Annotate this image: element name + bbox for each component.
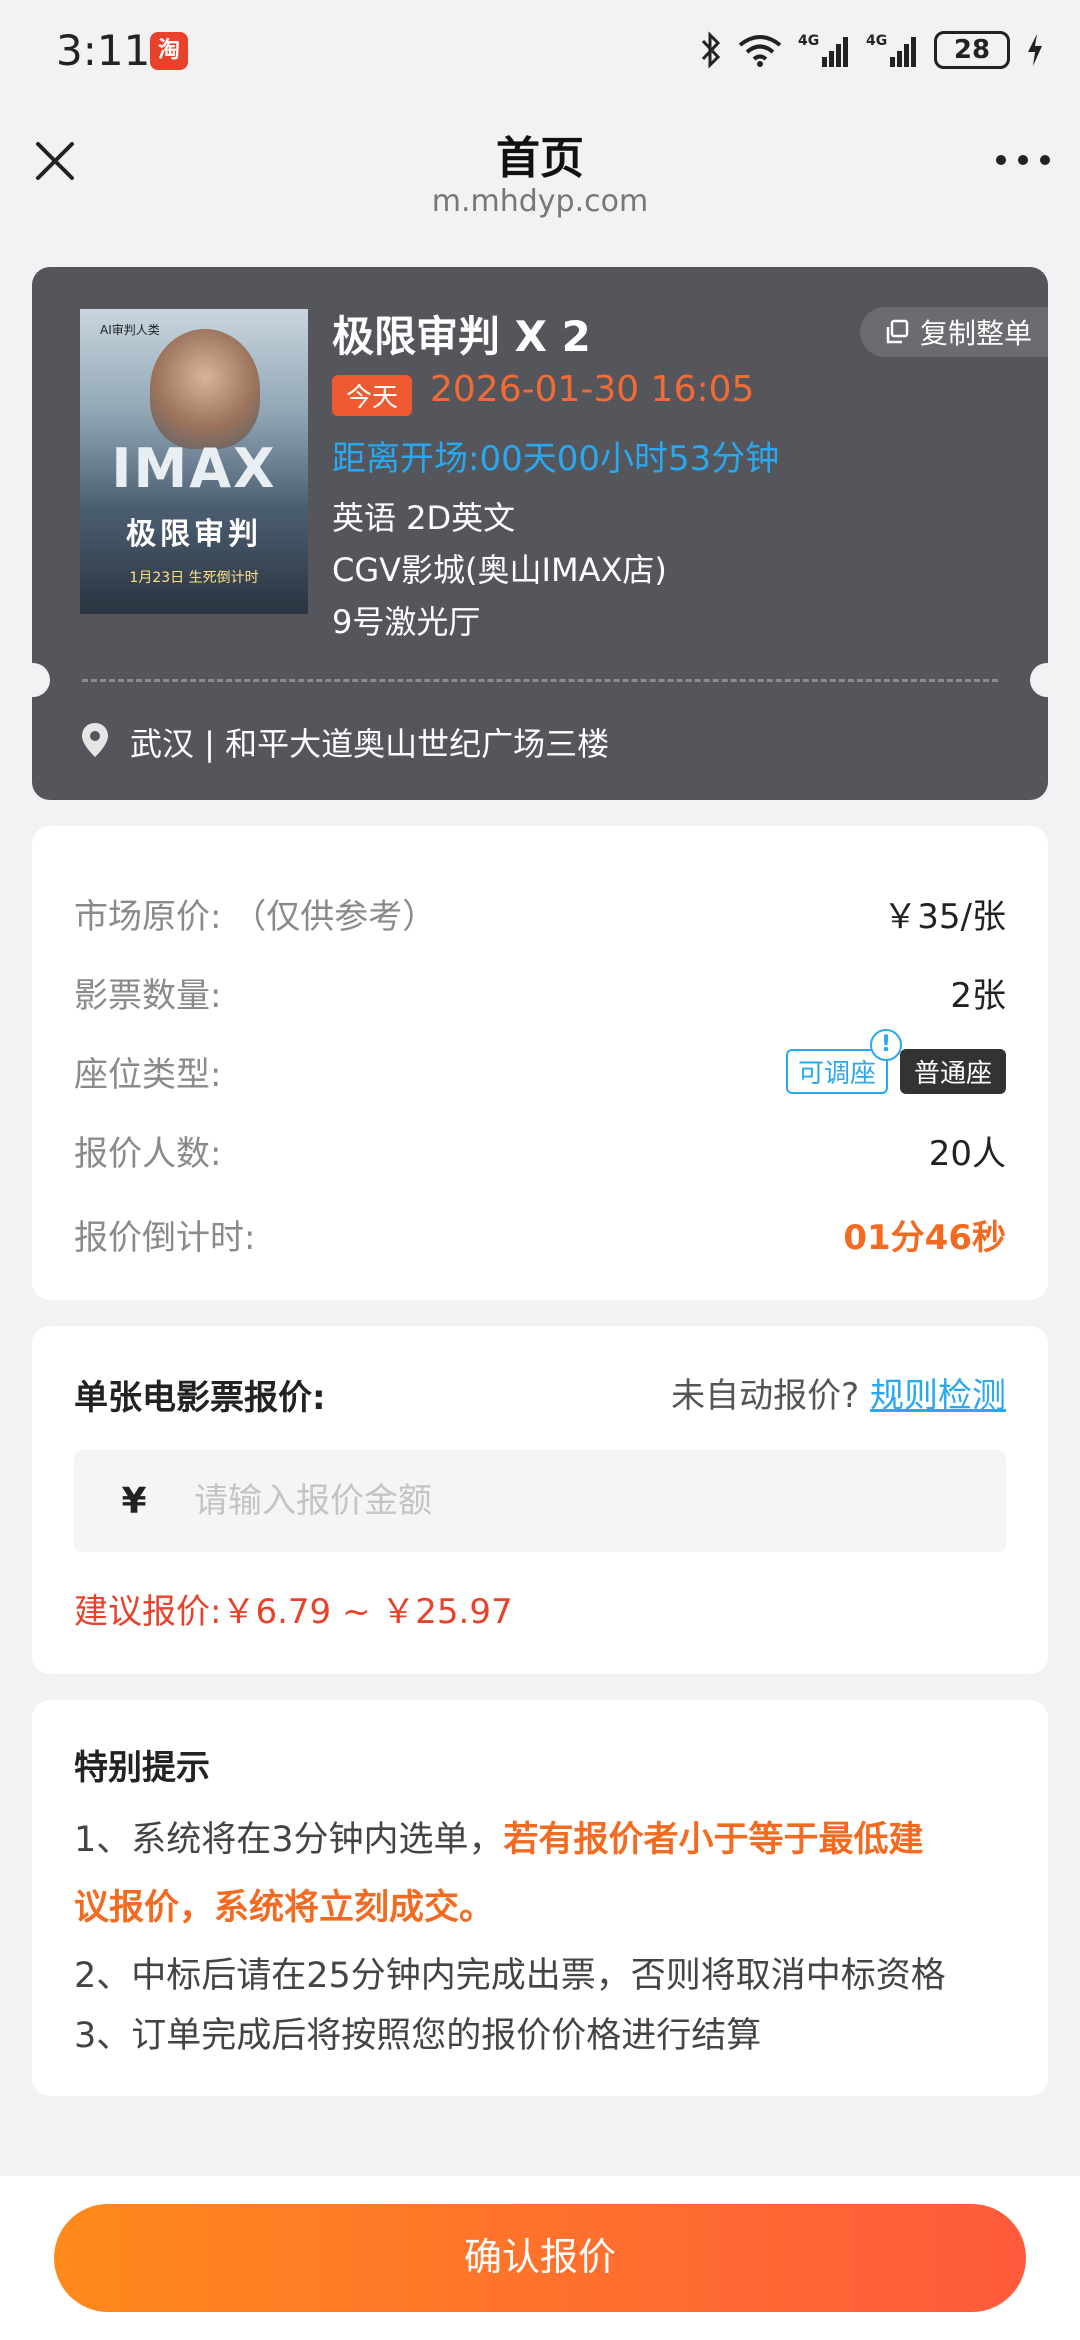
notice-line-3: 3、订单完成后将按照您的报价价格进行结算 bbox=[74, 2016, 762, 2056]
notice-title: 特别提示 bbox=[74, 1748, 210, 1788]
notice-card: 特别提示 1、系统将在3分钟内选单，若有报价者小于等于最低建 议报价，系统将立刻… bbox=[32, 1700, 1048, 2096]
bottom-bar: 确认报价 bbox=[0, 2176, 1080, 2340]
ticket-card: AI审判人类 IMAX 极限审判 1月23日 生死倒计时 极限审判 X 2 复制… bbox=[32, 267, 1048, 800]
copy-order-button[interactable]: 复制整单 bbox=[859, 307, 1048, 357]
bidder-count-row: 报价人数: 20人 bbox=[74, 1125, 1006, 1175]
battery-indicator: 28 bbox=[934, 31, 1010, 69]
seat-tags: 可调座 ! 普通座 bbox=[785, 1028, 1006, 1094]
bidder-count-label: 报价人数: bbox=[74, 1133, 222, 1174]
quote-countdown-label: 报价倒计时: bbox=[74, 1217, 256, 1258]
info-alert-icon[interactable]: ! bbox=[869, 1028, 902, 1061]
ticket-count-label: 影票数量: bbox=[74, 975, 222, 1016]
quote-card: 单张电影票报价: 未自动报价? 规则检测 ¥ 建议报价:￥6.79 ~ ￥25.… bbox=[32, 1326, 1048, 1674]
poster-figure bbox=[150, 329, 260, 449]
wifi-icon bbox=[738, 35, 782, 67]
copy-order-label: 复制整单 bbox=[919, 317, 1032, 350]
ticket-divider bbox=[82, 679, 998, 682]
svg-text:4G: 4G bbox=[866, 33, 887, 49]
poster-imax-text: IMAX bbox=[111, 437, 277, 500]
poster-date: 1月23日 生死倒计时 bbox=[129, 570, 259, 586]
notice-line-1: 1、系统将在3分钟内选单，若有报价者小于等于最低建 bbox=[74, 1806, 1018, 1874]
market-price-value: ￥35/张 bbox=[883, 896, 1006, 937]
more-menu-icon[interactable] bbox=[996, 150, 1050, 170]
price-input[interactable] bbox=[194, 1481, 894, 1521]
signal-4g-icon-2: 4G bbox=[866, 33, 916, 67]
notice-line-1-prefix: 1、系统将在3分钟内选单， bbox=[74, 1820, 504, 1860]
location-pin-icon bbox=[82, 723, 108, 757]
seat-type-label: 座位类型: bbox=[74, 1054, 222, 1095]
svg-text:4G: 4G bbox=[798, 33, 819, 49]
ticket-count-row: 影票数量: 2张 bbox=[74, 967, 1006, 1017]
cinema-name: CGV影城(奥山IMAX店) bbox=[332, 551, 667, 589]
start-countdown: 距离开场:00天00小时53分钟 bbox=[332, 439, 780, 479]
signal-4g-icon: 4G bbox=[798, 33, 848, 67]
quote-hint: 未自动报价? 规则检测 bbox=[671, 1368, 1006, 1417]
price-input-box[interactable]: ¥ bbox=[74, 1450, 1006, 1552]
quote-countdown-value: 01分46秒 bbox=[843, 1217, 1006, 1258]
movie-title: 极限审判 X 2 bbox=[332, 312, 591, 361]
notice-line-2: 2、中标后请在25分钟内完成出票，否则将取消中标资格 bbox=[74, 1956, 946, 1996]
quote-title: 单张电影票报价: bbox=[74, 1378, 326, 1418]
today-badge: 今天 bbox=[332, 375, 413, 416]
notice-line-1-cont: 议报价，系统将立刻成交。 bbox=[74, 1874, 1018, 1942]
confirm-quote-button[interactable]: 确认报价 bbox=[54, 2204, 1026, 2312]
taobao-app-icon: 淘 bbox=[150, 32, 188, 70]
suggested-price: 建议报价:￥6.79 ~ ￥25.97 bbox=[74, 1592, 513, 1632]
quote-countdown-row: 报价倒计时: 01分46秒 bbox=[74, 1209, 1006, 1259]
order-info-card: 市场原价: （仅供参考） ￥35/张 影票数量: 2张 座位类型: 可调座 ! … bbox=[32, 826, 1048, 1300]
ticket-notch-left bbox=[32, 663, 50, 697]
market-price-row: 市场原价: （仅供参考） ￥35/张 bbox=[74, 888, 1006, 938]
notice-line-1-highlight-2: 议报价，系统将立刻成交。 bbox=[74, 1888, 495, 1928]
seat-type-tag: 普通座 bbox=[899, 1048, 1006, 1094]
copy-icon bbox=[886, 319, 909, 344]
auto-quote-hint: 未自动报价? bbox=[671, 1376, 860, 1416]
ticket-notch-right bbox=[1030, 663, 1048, 697]
nav-bar: 首页 m.mhdyp.com bbox=[0, 100, 1080, 235]
bluetooth-icon bbox=[701, 31, 721, 69]
status-icons: 4G 4G 28 bbox=[700, 28, 1044, 72]
seat-adjustable-label: 可调座 bbox=[797, 1058, 876, 1089]
poster-title: 极限审判 bbox=[126, 517, 262, 552]
ticket-count-value: 2张 bbox=[950, 975, 1006, 1016]
language-format: 英语 2D英文 bbox=[332, 499, 516, 537]
page-url: m.mhdyp.com bbox=[431, 184, 649, 219]
showtime: 2026-01-30 16:05 bbox=[430, 369, 755, 410]
page-title: 首页 bbox=[496, 133, 584, 184]
poster-tagline: AI审判人类 bbox=[100, 323, 160, 337]
seat-type-row: 座位类型: 可调座 ! 普通座 bbox=[74, 1028, 1006, 1096]
status-bar: 3:11 淘 4G 4G 28 bbox=[0, 0, 1080, 100]
bidder-count-value: 20人 bbox=[928, 1133, 1006, 1174]
cinema-address: 武汉 | 和平大道奥山世纪广场三楼 bbox=[130, 725, 610, 763]
currency-symbol: ¥ bbox=[121, 1480, 147, 1522]
charging-icon bbox=[1028, 34, 1042, 66]
notice-line-1-highlight: 若有报价者小于等于最低建 bbox=[503, 1820, 924, 1860]
status-time: 3:11 bbox=[56, 26, 151, 75]
rule-check-link[interactable]: 规则检测 bbox=[870, 1376, 1006, 1416]
hall-name: 9号激光厅 bbox=[332, 603, 481, 641]
movie-poster: AI审判人类 IMAX 极限审判 1月23日 生死倒计时 bbox=[80, 309, 308, 614]
market-price-label: 市场原价: （仅供参考） bbox=[74, 896, 437, 937]
seat-adjustable-tag: 可调座 ! bbox=[785, 1028, 902, 1094]
